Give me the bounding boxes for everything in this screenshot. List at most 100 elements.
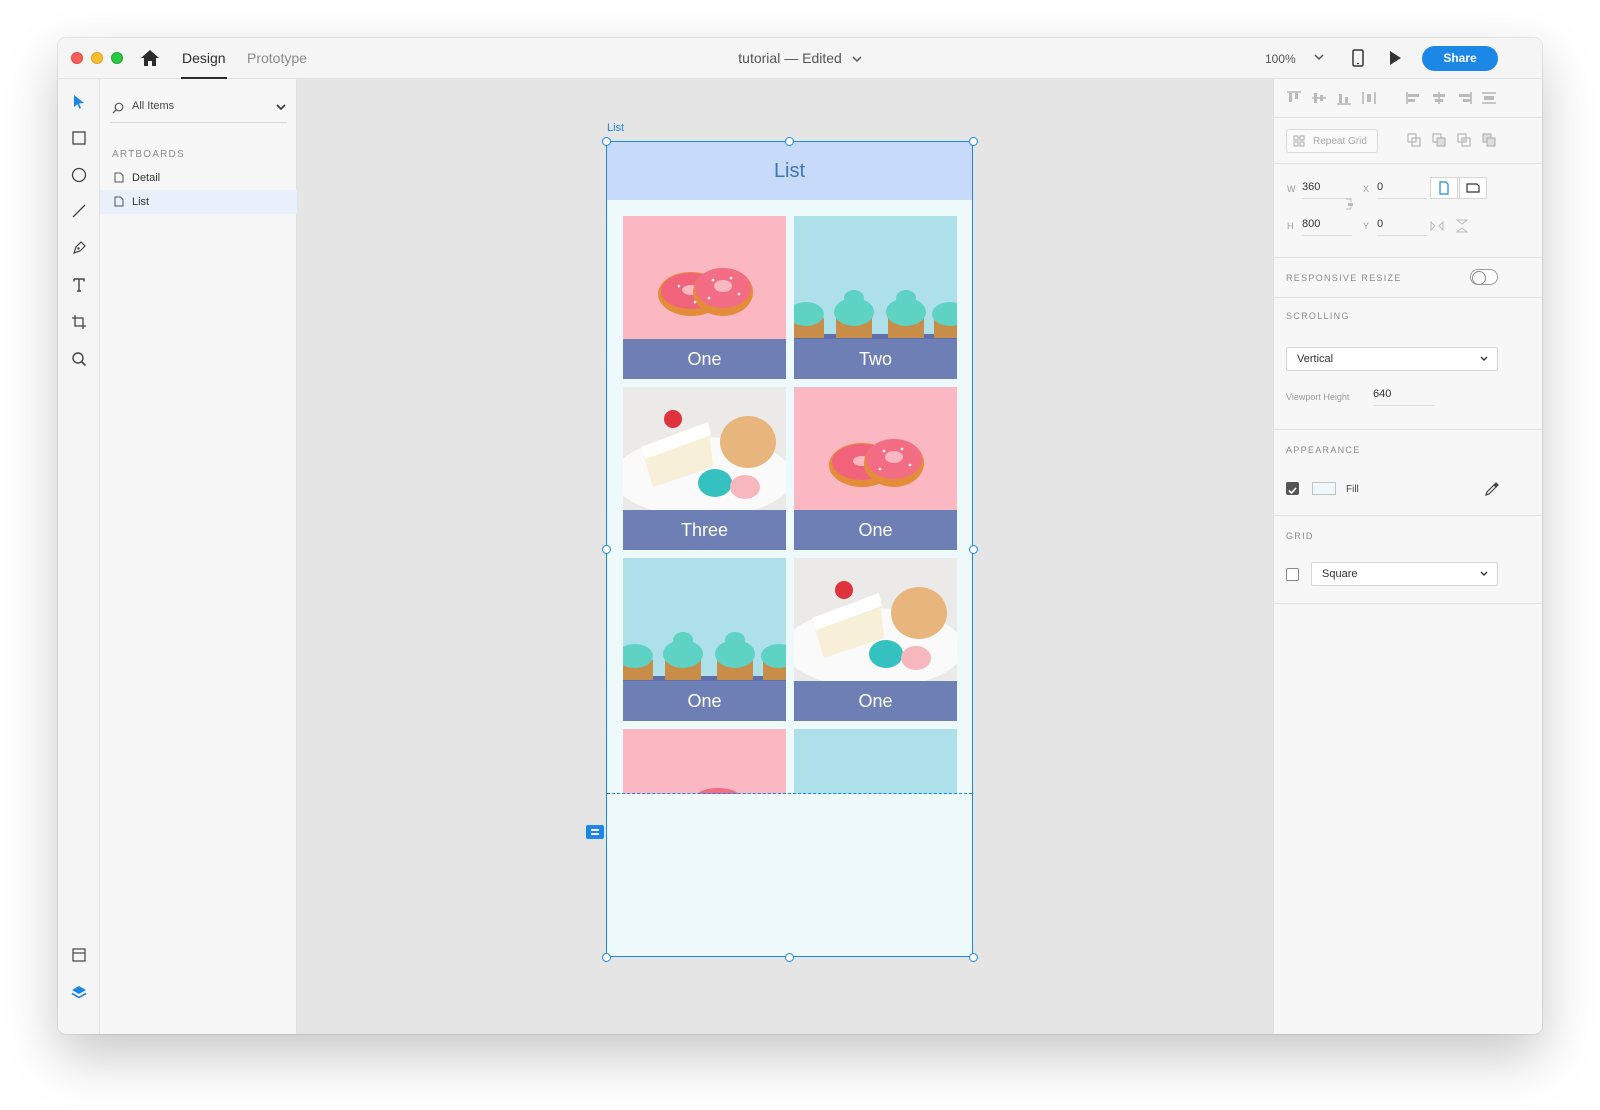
line-tool-icon[interactable] xyxy=(68,200,90,222)
landscape-orientation-button[interactable] xyxy=(1459,177,1487,199)
responsive-resize-toggle[interactable] xyxy=(1470,269,1498,285)
grid-cell[interactable]: One xyxy=(794,558,957,721)
cell-caption[interactable]: One xyxy=(794,510,957,550)
landscape-icon xyxy=(1466,183,1480,193)
title-separator: — xyxy=(784,50,799,66)
document-name: tutorial xyxy=(738,50,781,66)
cell-caption[interactable]: One xyxy=(623,339,786,379)
repeat-grid-icon xyxy=(1293,135,1305,147)
boolean-exclude-icon[interactable] xyxy=(1481,133,1497,147)
grid-cell[interactable]: One xyxy=(623,216,786,379)
design-canvas[interactable]: List List One Two Three One One One xyxy=(297,79,1273,1034)
align-right-icon[interactable] xyxy=(1456,91,1472,105)
resize-handle-right[interactable] xyxy=(969,545,978,554)
resize-handle-bottom-right[interactable] xyxy=(969,953,978,962)
portrait-orientation-button[interactable] xyxy=(1430,177,1458,199)
cell-caption[interactable]: One xyxy=(794,681,957,721)
artboard-header[interactable]: List xyxy=(607,142,972,200)
distribute-horizontal-icon[interactable] xyxy=(1481,91,1497,105)
viewport-height-field[interactable]: 640 xyxy=(1373,388,1435,406)
x-field[interactable]: 0 xyxy=(1377,181,1427,199)
boolean-add-icon[interactable] xyxy=(1406,133,1422,147)
artboard-item-list[interactable]: List xyxy=(100,190,297,214)
artboards-section-label: ARTBOARDS xyxy=(112,149,185,160)
grid-type-select[interactable]: Square xyxy=(1311,562,1498,586)
list-artboard[interactable]: List One Two Three One One One xyxy=(606,141,973,957)
lock-proportions-icon[interactable] xyxy=(1344,197,1354,211)
grid-cell[interactable] xyxy=(794,729,957,794)
height-label: H xyxy=(1287,221,1294,231)
grid-checkbox[interactable] xyxy=(1286,568,1299,581)
align-center-icon[interactable] xyxy=(1431,91,1447,105)
artboard-tool-icon[interactable] xyxy=(68,311,90,333)
cupcakes-image xyxy=(794,729,957,794)
y-field[interactable]: 0 xyxy=(1377,218,1427,236)
chevron-down-icon[interactable] xyxy=(1313,50,1325,64)
artboard-item-detail[interactable]: Detail xyxy=(100,166,297,190)
items-filter[interactable]: All Items xyxy=(110,97,287,123)
cell-caption[interactable]: One xyxy=(623,681,786,721)
align-left-icon[interactable] xyxy=(1406,91,1422,105)
divider xyxy=(1274,257,1542,258)
layers-panel-icon[interactable] xyxy=(68,981,90,1003)
align-middle-icon[interactable] xyxy=(1311,91,1327,105)
fill-checkbox[interactable] xyxy=(1286,482,1299,495)
viewport-height-guide[interactable] xyxy=(607,793,972,794)
app-window: Design Prototype tutorial — Edited 100% … xyxy=(58,38,1542,1034)
divider xyxy=(1274,603,1542,604)
boolean-intersect-icon[interactable] xyxy=(1456,133,1472,147)
flip-horizontal-icon[interactable] xyxy=(1429,219,1445,233)
cell-caption[interactable]: Three xyxy=(623,510,786,550)
cell-caption[interactable]: Two xyxy=(794,339,957,379)
resize-handle-left[interactable] xyxy=(602,545,611,554)
resize-handle-bottom-left[interactable] xyxy=(602,953,611,962)
grid-cell[interactable]: Three xyxy=(623,387,786,550)
divider xyxy=(1274,297,1542,298)
ellipse-tool-icon[interactable] xyxy=(68,164,90,186)
zoom-level[interactable]: 100% xyxy=(1265,52,1296,66)
grid-cell[interactable] xyxy=(623,729,786,794)
rectangle-tool-icon[interactable] xyxy=(68,127,90,149)
artboard-item-label: Detail xyxy=(132,172,161,184)
scrolling-select[interactable]: Vertical xyxy=(1286,347,1498,371)
fill-color-swatch[interactable] xyxy=(1312,482,1336,495)
resize-handle-top-right[interactable] xyxy=(969,137,978,146)
grid-cell[interactable]: One xyxy=(623,558,786,721)
repeat-grid-label: Repeat Grid xyxy=(1313,136,1367,147)
height-field[interactable]: 800 xyxy=(1302,218,1352,236)
divider xyxy=(1274,515,1542,516)
select-tool-icon[interactable] xyxy=(68,91,90,113)
resize-handle-top-left[interactable] xyxy=(602,137,611,146)
artboard-item-label: List xyxy=(132,196,150,208)
resize-handle-top[interactable] xyxy=(785,137,794,146)
device-preview-icon[interactable] xyxy=(1352,49,1364,67)
resize-handle-bottom[interactable] xyxy=(785,953,794,962)
chevron-down-icon xyxy=(275,100,287,112)
distribute-vertical-icon[interactable] xyxy=(1361,91,1377,105)
viewport-drag-handle[interactable] xyxy=(586,825,604,839)
layers-panel: All Items ARTBOARDS Detail List xyxy=(100,79,297,1034)
text-tool-icon[interactable] xyxy=(68,274,90,296)
donuts-image xyxy=(623,729,786,794)
align-top-icon[interactable] xyxy=(1286,91,1302,105)
grid-type-value: Square xyxy=(1322,568,1358,580)
align-bottom-icon[interactable] xyxy=(1336,91,1352,105)
artboard-name-label[interactable]: List xyxy=(607,122,624,134)
fill-label: Fill xyxy=(1346,484,1359,495)
scrolling-label: SCROLLING xyxy=(1286,311,1350,321)
repeat-grid-button[interactable]: Repeat Grid xyxy=(1286,129,1378,153)
zoom-tool-icon[interactable] xyxy=(68,348,90,370)
grid-cell[interactable]: Two xyxy=(794,216,957,379)
flip-vertical-icon[interactable] xyxy=(1454,219,1470,233)
chevron-down-icon xyxy=(852,55,862,66)
eyedropper-icon[interactable] xyxy=(1484,481,1500,496)
grid-label: GRID xyxy=(1286,531,1314,541)
grid-cell[interactable]: One xyxy=(794,387,957,550)
pen-tool-icon[interactable] xyxy=(68,237,90,259)
repeat-grid[interactable]: One Two Three One One One xyxy=(623,216,958,794)
divider xyxy=(1274,163,1542,164)
share-button[interactable]: Share xyxy=(1422,46,1498,71)
play-icon[interactable] xyxy=(1388,50,1402,66)
assets-panel-icon[interactable] xyxy=(68,944,90,966)
boolean-subtract-icon[interactable] xyxy=(1431,133,1447,147)
